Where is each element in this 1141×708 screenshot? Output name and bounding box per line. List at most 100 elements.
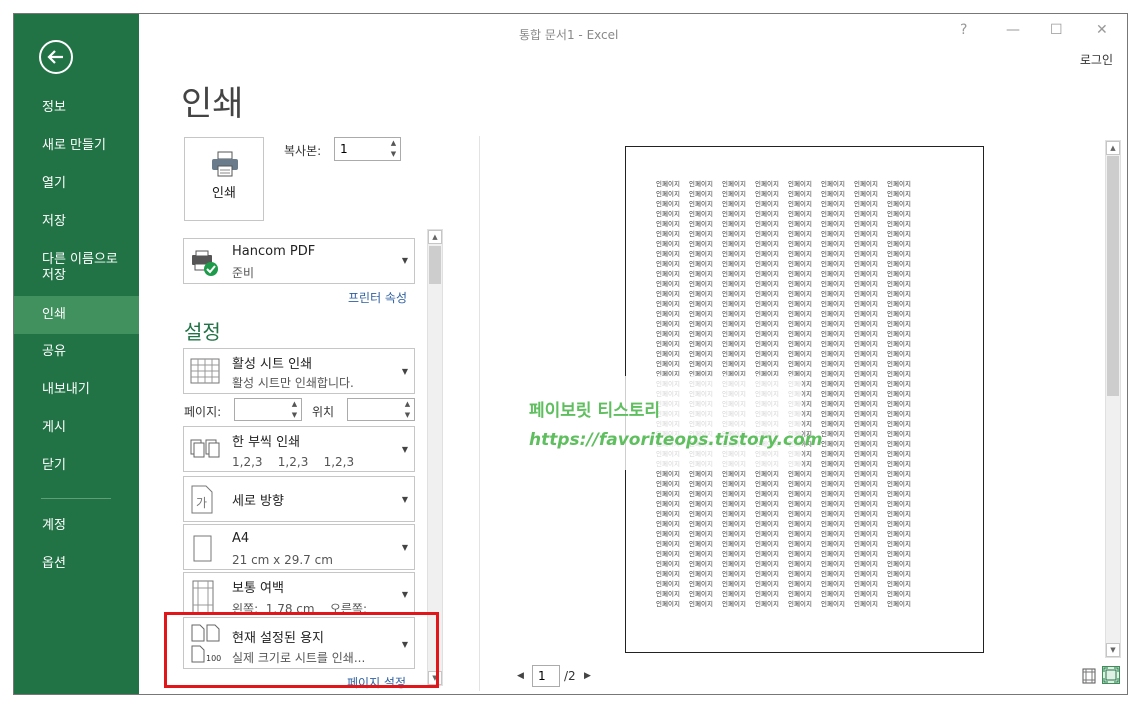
preview-cell: 인페이지: [755, 600, 779, 608]
preview-cell: 인페이지: [689, 190, 713, 198]
sidebar-item-save[interactable]: 저장: [14, 214, 139, 230]
paper-size-title: A4: [232, 531, 250, 546]
preview-cell: 인페이지: [689, 360, 713, 368]
preview-cell: 인페이지: [821, 440, 845, 448]
preview-cell: 인페이지: [722, 490, 746, 498]
preview-cell: 인페이지: [854, 410, 878, 418]
preview-cell: 인페이지: [854, 490, 878, 498]
print-button-label: 인쇄: [212, 186, 236, 201]
margins-dropdown[interactable]: 보통 여백 왼쪽: 1.78 cm 오른쪽: ▼: [183, 572, 415, 614]
sidebar-item-info[interactable]: 정보: [14, 100, 139, 116]
spin-up-icon[interactable]: ▲: [401, 399, 414, 410]
preview-cell: 인페이지: [821, 220, 845, 228]
preview-cell: 인페이지: [821, 400, 845, 408]
copies-label: 복사본:: [284, 144, 322, 158]
paper-size-subtitle: 21 cm x 29.7 cm: [232, 553, 333, 567]
preview-cell: 인페이지: [722, 320, 746, 328]
sidebar-item-publish[interactable]: 게시: [14, 420, 139, 436]
preview-cell: 인페이지: [788, 490, 812, 498]
preview-cell: 인페이지: [722, 540, 746, 548]
preview-cell: 인페이지: [887, 510, 911, 518]
preview-cell: 인페이지: [722, 180, 746, 188]
pages-to-stepper[interactable]: ▲ ▼: [347, 398, 415, 421]
preview-cell: 인페이지: [722, 510, 746, 518]
preview-cell: 인페이지: [854, 390, 878, 398]
print-button[interactable]: 인쇄: [184, 137, 264, 221]
preview-cell: 인페이지: [722, 580, 746, 588]
spin-up-icon[interactable]: ▲: [288, 399, 301, 410]
preview-cell: 인페이지: [821, 510, 845, 518]
maximize-button[interactable]: ☐: [1050, 22, 1063, 38]
preview-cell: 인페이지: [854, 570, 878, 578]
preview-cell: 인페이지: [722, 260, 746, 268]
scroll-up-icon[interactable]: ▲: [1106, 141, 1120, 155]
prev-page-icon[interactable]: ◀: [517, 671, 524, 681]
preview-cell: 인페이지: [854, 250, 878, 258]
show-margins-button[interactable]: [1080, 667, 1098, 685]
preview-cell: 인페이지: [689, 250, 713, 258]
sidebar-item-export[interactable]: 내보내기: [14, 382, 139, 398]
preview-cell: 인페이지: [755, 480, 779, 488]
preview-cell: 인페이지: [887, 570, 911, 578]
pages-from-stepper[interactable]: ▲ ▼: [234, 398, 302, 421]
preview-cell: 인페이지: [755, 320, 779, 328]
sidebar-item-share[interactable]: 공유: [14, 344, 139, 360]
back-button[interactable]: [39, 40, 73, 74]
paper-size-dropdown[interactable]: A4 21 cm x 29.7 cm ▼: [183, 524, 415, 570]
preview-cell: 인페이지: [722, 200, 746, 208]
print-what-dropdown[interactable]: 활성 시트 인쇄 활성 시트만 인쇄합니다. ▼: [183, 348, 415, 394]
page-number-input[interactable]: 1: [532, 665, 560, 687]
preview-cell: 인페이지: [656, 190, 680, 198]
preview-cell: 인페이지: [788, 270, 812, 278]
preview-cell: 인페이지: [854, 590, 878, 598]
scroll-up-icon[interactable]: ▲: [428, 230, 442, 244]
zoom-to-page-button[interactable]: [1102, 666, 1120, 684]
preview-cell: 인페이지: [854, 520, 878, 528]
sidebar-item-options[interactable]: 옵션: [14, 556, 139, 572]
preview-cell: 인페이지: [821, 300, 845, 308]
printer-properties-link[interactable]: 프린터 속성: [348, 289, 407, 306]
scroll-thumb[interactable]: [429, 246, 441, 284]
preview-cell: 인페이지: [689, 290, 713, 298]
scroll-down-icon[interactable]: ▼: [1106, 643, 1120, 657]
sidebar-item-print[interactable]: 인쇄: [14, 296, 139, 334]
preview-cell: 인페이지: [722, 360, 746, 368]
scroll-thumb[interactable]: [1107, 156, 1119, 396]
page-number-value: 1: [538, 669, 546, 683]
sidebar-item-new[interactable]: 새로 만들기: [14, 138, 139, 154]
preview-cell: 인페이지: [689, 570, 713, 578]
preview-cell: 인페이지: [854, 180, 878, 188]
help-button[interactable]: ?: [960, 22, 967, 38]
collate-dropdown[interactable]: 한 부씩 인쇄 1,2,3 1,2,3 1,2,3 ▼: [183, 426, 415, 472]
orientation-dropdown[interactable]: 가 세로 방향 ▼: [183, 476, 415, 522]
close-button[interactable]: ✕: [1096, 22, 1108, 38]
preview-cell: 인페이지: [887, 540, 911, 548]
preview-cell: 인페이지: [755, 180, 779, 188]
sidebar-item-close[interactable]: 닫기: [14, 458, 139, 474]
preview-cell: 인페이지: [821, 600, 845, 608]
preview-cell: 인페이지: [788, 560, 812, 568]
login-link[interactable]: 로그인: [1080, 51, 1113, 68]
preview-scrollbar[interactable]: ▲ ▼: [1105, 140, 1121, 658]
preview-cell: 인페이지: [755, 500, 779, 508]
preview-cell: 인페이지: [887, 220, 911, 228]
spin-down-icon[interactable]: ▼: [401, 410, 414, 421]
spin-down-icon[interactable]: ▼: [288, 410, 301, 421]
preview-cell: 인페이지: [854, 550, 878, 558]
next-page-icon[interactable]: ▶: [584, 671, 591, 681]
preview-cell: 인페이지: [722, 310, 746, 318]
spin-up-icon[interactable]: ▲: [387, 138, 400, 149]
preview-cell: 인페이지: [788, 210, 812, 218]
preview-cell: 인페이지: [821, 350, 845, 358]
sidebar-item-save-as[interactable]: 다른 이름으로 저장: [14, 252, 139, 284]
preview-cell: 인페이지: [854, 400, 878, 408]
minimize-button[interactable]: —: [1006, 22, 1020, 38]
preview-cell: 인페이지: [656, 300, 680, 308]
preview-cell: 인페이지: [788, 500, 812, 508]
printer-dropdown[interactable]: Hancom PDF 준비 ▼: [183, 238, 415, 284]
sidebar-item-account[interactable]: 계정: [14, 518, 139, 534]
spin-down-icon[interactable]: ▼: [387, 149, 400, 160]
excel-backstage-window: 정보 새로 만들기 열기 저장 다른 이름으로 저장 인쇄 공유 내보내기 게시…: [13, 13, 1128, 695]
copies-stepper[interactable]: 1 ▲ ▼: [334, 137, 401, 161]
sidebar-item-open[interactable]: 열기: [14, 176, 139, 192]
